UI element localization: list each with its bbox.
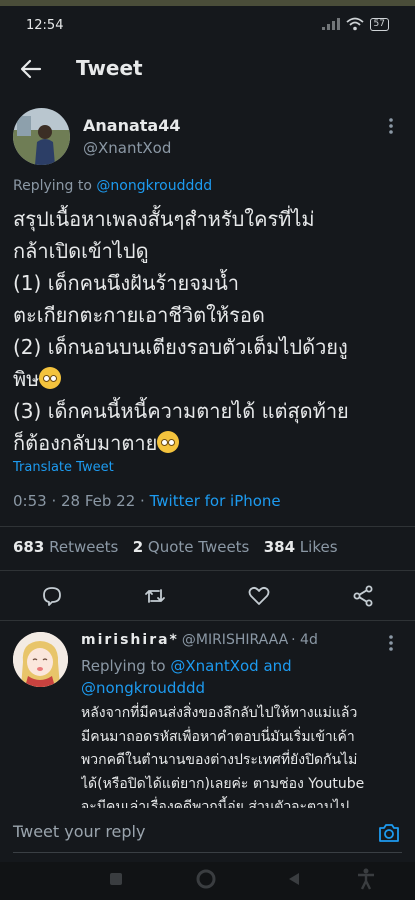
tweet-line: ตะเกียกตะกายเอาชีวิตให้รอด — [13, 303, 265, 327]
tweet-line: สรุปเนื้อหาเพลงสั้นๆสำหรับใครที่ไม่ — [13, 207, 315, 231]
status-icons: 57 — [321, 17, 389, 31]
replying-to-link[interactable]: @nongkroudddd — [81, 679, 205, 697]
reply-author-name[interactable]: mirishira* — [81, 632, 179, 648]
reply-input[interactable]: Tweet your reply — [13, 822, 145, 841]
tweet-source[interactable]: Twitter for iPhone — [150, 492, 281, 510]
header: Tweet — [0, 44, 415, 96]
reply-author-handle[interactable]: @MIRISHIRAAA — [182, 632, 288, 648]
reply-author-avatar[interactable] — [13, 632, 68, 687]
system-nav-bar — [0, 862, 415, 900]
more-vertical-icon[interactable] — [386, 116, 396, 136]
tweet-text: สรุปเนื้อหาเพลงสั้นๆสำหรับใครที่ไม่ กล้า… — [13, 203, 405, 459]
status-time: 12:54 — [26, 18, 64, 33]
tweet-line: กล้าเปิดเข้าไปดู — [13, 239, 149, 263]
reply-line: มีคนมาถอดรหัสเพื่อหาคำตอบนี่มันเริ่มเข้า… — [81, 728, 355, 745]
home-icon[interactable] — [196, 869, 216, 889]
replying-to-link[interactable]: @nongkroudddd — [96, 178, 212, 194]
face-with-rolling-eyes-icon — [39, 367, 62, 389]
recents-icon[interactable] — [109, 872, 123, 886]
reply-text: หลังจากที่มีคนส่งสิ่งของลึกลับไปให้ทางแม… — [81, 702, 406, 820]
camera-icon[interactable] — [377, 822, 401, 844]
tweet-line: (3) เด็กคนนี้หนี้ความตายได้ แต่สุดท้าย — [13, 399, 349, 423]
tweet-meta: 0:53 · 28 Feb 22 · Twitter for iPhone — [13, 492, 281, 510]
tweet-time: 0:53 — [13, 492, 47, 510]
compose-bar: Tweet your reply — [0, 808, 415, 858]
signal-icon — [321, 18, 340, 30]
divider — [0, 526, 415, 527]
tweet-date: 28 Feb 22 — [61, 492, 136, 510]
tweet-line: (1) เด็กคนนึงฝันร้ายจมน้ำ — [13, 271, 239, 295]
tweet-line: พิษ — [13, 363, 405, 395]
face-with-rolling-eyes-icon — [157, 431, 180, 453]
reply-author-line: mirishira* @MIRISHIRAAA · 4d — [81, 632, 318, 648]
replying-to-link[interactable]: @XnantXod — [170, 657, 258, 675]
back-arrow-icon[interactable] — [18, 56, 44, 82]
author-avatar[interactable] — [13, 108, 70, 165]
reply-icon[interactable] — [40, 584, 64, 608]
likes-stat[interactable]: 384 Likes — [264, 538, 338, 556]
heart-icon[interactable] — [247, 584, 271, 608]
reply-line: ได้(หรือปิดได้แต่ยาก)เลยค่ะ ตามช่อง Yout… — [81, 775, 365, 792]
accessibility-icon[interactable] — [357, 868, 375, 890]
retweets-stat[interactable]: 683 Retweets — [13, 538, 118, 556]
share-icon[interactable] — [351, 584, 375, 608]
tweet-line: ก็ต้องกลับมาตาย — [13, 427, 405, 459]
reply-line: พวกคดีในตำนานของต่างประเทศที่ยังปิดกันไม… — [81, 752, 358, 768]
page-title: Tweet — [76, 56, 143, 80]
reply-line: หลังจากที่มีคนส่งสิ่งของลึกลับไปให้ทางแม… — [81, 705, 358, 721]
quote-tweets-stat[interactable]: 2 Quote Tweets — [133, 538, 250, 556]
compose-underline — [13, 852, 402, 853]
tweet-line: (2) เด็กนอนบนเตียงรอบตัวเต็มไปด้วยงู — [13, 335, 348, 359]
status-bar: 12:54 57 — [0, 6, 415, 42]
tweet-actions — [0, 580, 415, 612]
reply-replying-to: Replying to @XnantXod and @nongkroudddd — [81, 657, 292, 697]
author-name[interactable]: Ananata44 — [83, 116, 180, 135]
battery-icon: 57 — [369, 17, 389, 31]
tweet-stats: 683 Retweets 2 Quote Tweets 384 Likes — [13, 538, 338, 556]
author-handle[interactable]: @XnantXod — [83, 139, 171, 157]
translate-tweet-link[interactable]: Translate Tweet — [13, 460, 114, 475]
divider — [0, 620, 415, 621]
replying-to: Replying to @nongkroudddd — [13, 178, 213, 194]
retweet-icon[interactable] — [143, 584, 167, 608]
nav-back-icon[interactable] — [287, 872, 301, 886]
reply-age: · 4d — [291, 632, 318, 648]
wifi-icon — [345, 17, 364, 31]
divider — [0, 570, 415, 571]
more-vertical-icon[interactable] — [386, 633, 396, 653]
